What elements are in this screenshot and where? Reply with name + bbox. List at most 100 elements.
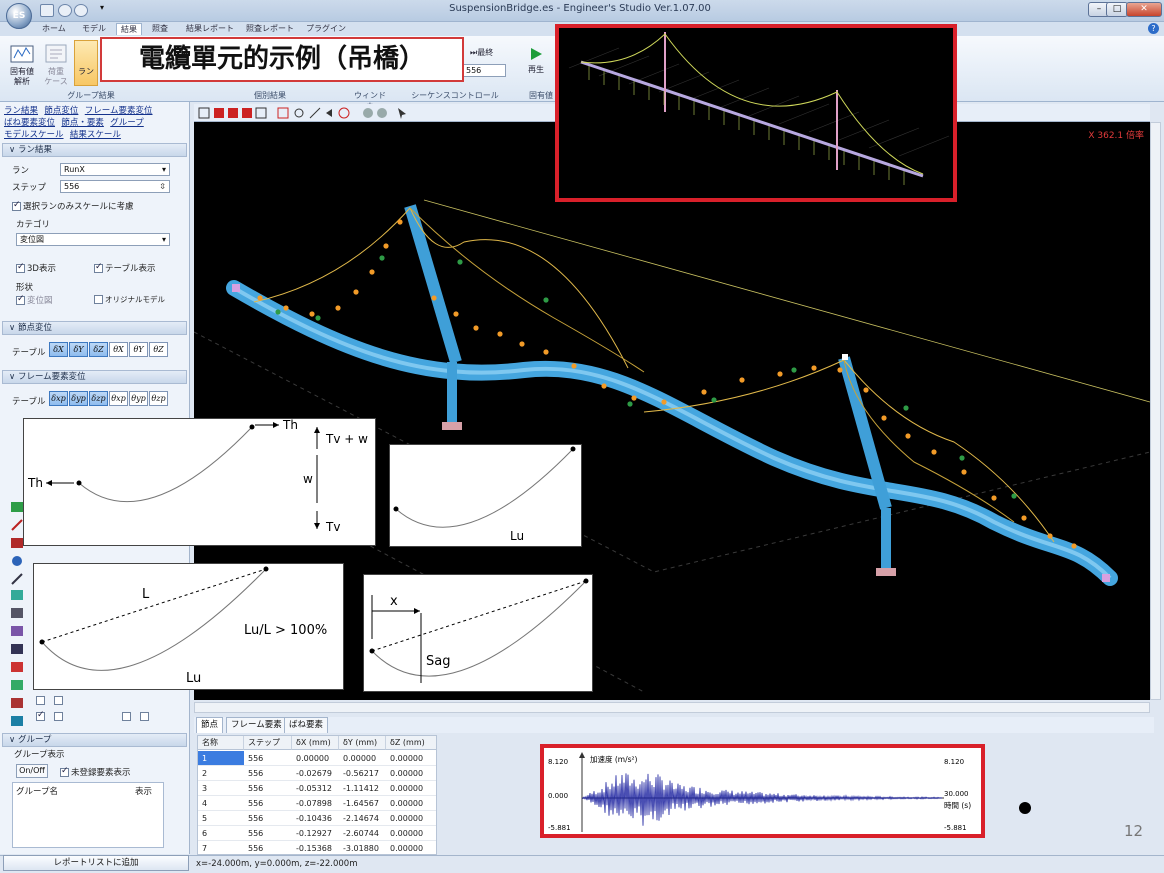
table-cell[interactable]: 5 bbox=[198, 811, 244, 826]
checkbox-icon[interactable] bbox=[140, 712, 149, 721]
table-cell[interactable]: 6 bbox=[198, 826, 244, 841]
menu-check[interactable]: 照査 bbox=[152, 23, 168, 34]
table-cell[interactable]: 556 bbox=[244, 781, 292, 796]
checkbox-icon[interactable] bbox=[94, 295, 103, 304]
table-cell[interactable]: -1.64567 bbox=[339, 796, 386, 811]
node-disp-toggle-6[interactable]: θZ bbox=[149, 342, 168, 357]
table-cell[interactable]: -0.15368 bbox=[292, 841, 339, 854]
table-cell[interactable]: 0.00000 bbox=[386, 781, 436, 796]
table-cell[interactable]: 0.00000 bbox=[386, 811, 436, 826]
tab-nodes[interactable]: 節点 bbox=[196, 717, 224, 733]
redo-icon[interactable] bbox=[74, 4, 88, 17]
run-select[interactable]: RunX ▾ bbox=[60, 163, 170, 176]
table-cell[interactable]: 1 bbox=[198, 751, 244, 766]
table-cell[interactable]: -0.56217 bbox=[339, 766, 386, 781]
checkbox-icon[interactable] bbox=[54, 712, 63, 721]
add-report-button[interactable]: レポートリストに追加 bbox=[3, 855, 189, 871]
table-cell[interactable]: -0.05312 bbox=[292, 781, 339, 796]
play-button[interactable]: 再生 bbox=[526, 46, 546, 75]
table-header[interactable]: ステップ bbox=[244, 736, 292, 750]
show-3d-checkbox[interactable]: 3D表示 bbox=[16, 262, 56, 274]
node-disp-toggle-5[interactable]: θY bbox=[129, 342, 148, 357]
table-cell[interactable]: 556 bbox=[244, 751, 292, 766]
menu-result-report[interactable]: 結果レポート bbox=[186, 23, 234, 34]
table-cell[interactable]: 0.00000 bbox=[339, 751, 386, 766]
disp-fig-checkbox[interactable]: 変位図 bbox=[16, 294, 53, 306]
view-toolbar-icons[interactable] bbox=[198, 105, 438, 121]
menu-model[interactable]: モデル bbox=[82, 23, 106, 34]
table-cell[interactable]: -0.07898 bbox=[292, 796, 339, 811]
category-select[interactable]: 変位図 ▾ bbox=[16, 233, 170, 246]
frame-disp-toggle-3[interactable]: δzp bbox=[89, 391, 108, 406]
undo-icon[interactable] bbox=[58, 4, 72, 17]
unregistered-checkbox[interactable]: 未登録要素表示 bbox=[60, 766, 131, 778]
node-disp-toggle-3[interactable]: δZ bbox=[89, 342, 108, 357]
step-spinner[interactable]: 556 bbox=[462, 64, 506, 77]
menu-results[interactable]: 結果 bbox=[116, 23, 142, 35]
menu-check-report[interactable]: 照査レポート bbox=[246, 23, 294, 34]
viewer-hscrollbar[interactable] bbox=[194, 702, 1150, 713]
checkbox-icon[interactable] bbox=[16, 262, 25, 273]
eigen-button[interactable]: 固有値 解析 bbox=[8, 42, 36, 86]
frame-disp-toggle-6[interactable]: θzp bbox=[149, 391, 168, 406]
table-cell[interactable]: 7 bbox=[198, 841, 244, 854]
table-header[interactable]: δY (mm) bbox=[339, 736, 386, 750]
frame-disp-toggle-2[interactable]: δyp bbox=[69, 391, 88, 406]
menu-home[interactable]: ホーム bbox=[42, 23, 66, 34]
table-cell[interactable]: -0.10436 bbox=[292, 811, 339, 826]
table-cell[interactable]: -0.02679 bbox=[292, 766, 339, 781]
table-cell[interactable]: 0.00000 bbox=[386, 826, 436, 841]
table-cell[interactable]: 0.00000 bbox=[386, 751, 436, 766]
link-result-scale[interactable]: 結果スケール bbox=[70, 130, 121, 140]
original-model-checkbox[interactable]: オリジナルモデル bbox=[94, 294, 165, 305]
link-node-disp[interactable]: 節点変位 bbox=[44, 106, 78, 116]
tab-spring-elements[interactable]: ばね要素 bbox=[284, 717, 329, 733]
save-icon[interactable] bbox=[40, 4, 54, 17]
checkbox-icon[interactable] bbox=[54, 696, 63, 705]
run-button[interactable]: ラン bbox=[74, 40, 98, 86]
checkbox-icon[interactable] bbox=[94, 262, 103, 273]
frame-disp-toggle-4[interactable]: θxp bbox=[109, 391, 128, 406]
table-header[interactable]: δX (mm) bbox=[292, 736, 339, 750]
group-list[interactable]: グループ名 表示 bbox=[12, 782, 164, 848]
table-cell[interactable]: 0.00000 bbox=[386, 766, 436, 781]
tool-icons[interactable] bbox=[10, 500, 24, 732]
checkbox-icon[interactable] bbox=[16, 294, 25, 305]
checkbox-icon[interactable] bbox=[36, 710, 45, 721]
table-cell[interactable]: 0.00000 bbox=[386, 841, 436, 854]
app-logo[interactable]: ES bbox=[6, 3, 32, 29]
checkbox-icon[interactable] bbox=[36, 696, 45, 705]
node-disp-toggle-4[interactable]: θX bbox=[109, 342, 128, 357]
show-table-checkbox[interactable]: テーブル表示 bbox=[94, 262, 156, 274]
link-spring-disp[interactable]: ばね要素変位 bbox=[4, 118, 55, 128]
qat-dropdown-icon[interactable]: ▾ bbox=[100, 3, 104, 12]
checkbox-icon[interactable] bbox=[12, 200, 21, 211]
link-group[interactable]: グループ bbox=[110, 118, 144, 128]
viewer-vscrollbar[interactable] bbox=[1150, 122, 1161, 700]
table-cell[interactable]: 0.00000 bbox=[292, 751, 339, 766]
node-disp-toggle-2[interactable]: δY bbox=[69, 342, 88, 357]
table-cell[interactable]: 556 bbox=[244, 841, 292, 854]
table-cell[interactable]: -3.01880 bbox=[339, 841, 386, 854]
table-cell[interactable]: 556 bbox=[244, 796, 292, 811]
table-cell[interactable]: 4 bbox=[198, 796, 244, 811]
scale-checkbox[interactable]: 選択ランのみスケールに考慮 bbox=[12, 200, 134, 212]
spinner-icon[interactable]: ⇳ bbox=[159, 181, 169, 192]
table-header[interactable]: δZ (mm) bbox=[386, 736, 436, 750]
result-table[interactable]: 名称 ステップ δX (mm) δY (mm) δZ (mm) 1 556 0.00000 0.… bbox=[197, 735, 437, 855]
load-case-button[interactable]: 荷重 ケース bbox=[42, 42, 70, 86]
table-cell[interactable]: 556 bbox=[244, 826, 292, 841]
table-cell[interactable]: -2.14674 bbox=[339, 811, 386, 826]
step-input[interactable]: 556 ⇳ bbox=[60, 180, 170, 193]
link-run-results[interactable]: ラン結果 bbox=[4, 106, 38, 116]
table-cell[interactable]: 3 bbox=[198, 781, 244, 796]
section-node-disp[interactable]: ∨ 節点変位 bbox=[2, 321, 187, 335]
table-cell[interactable]: 0.00000 bbox=[386, 796, 436, 811]
maximize-icon[interactable]: □ bbox=[1106, 2, 1128, 17]
last-step-button[interactable]: ⏭最終 bbox=[470, 48, 493, 58]
table-cell[interactable]: 556 bbox=[244, 811, 292, 826]
help-icon[interactable]: ? bbox=[1148, 23, 1159, 34]
menu-plugin[interactable]: プラグイン bbox=[306, 23, 346, 34]
section-group[interactable]: ∨ グループ bbox=[2, 733, 187, 747]
table-header[interactable]: 名称 bbox=[198, 736, 244, 750]
